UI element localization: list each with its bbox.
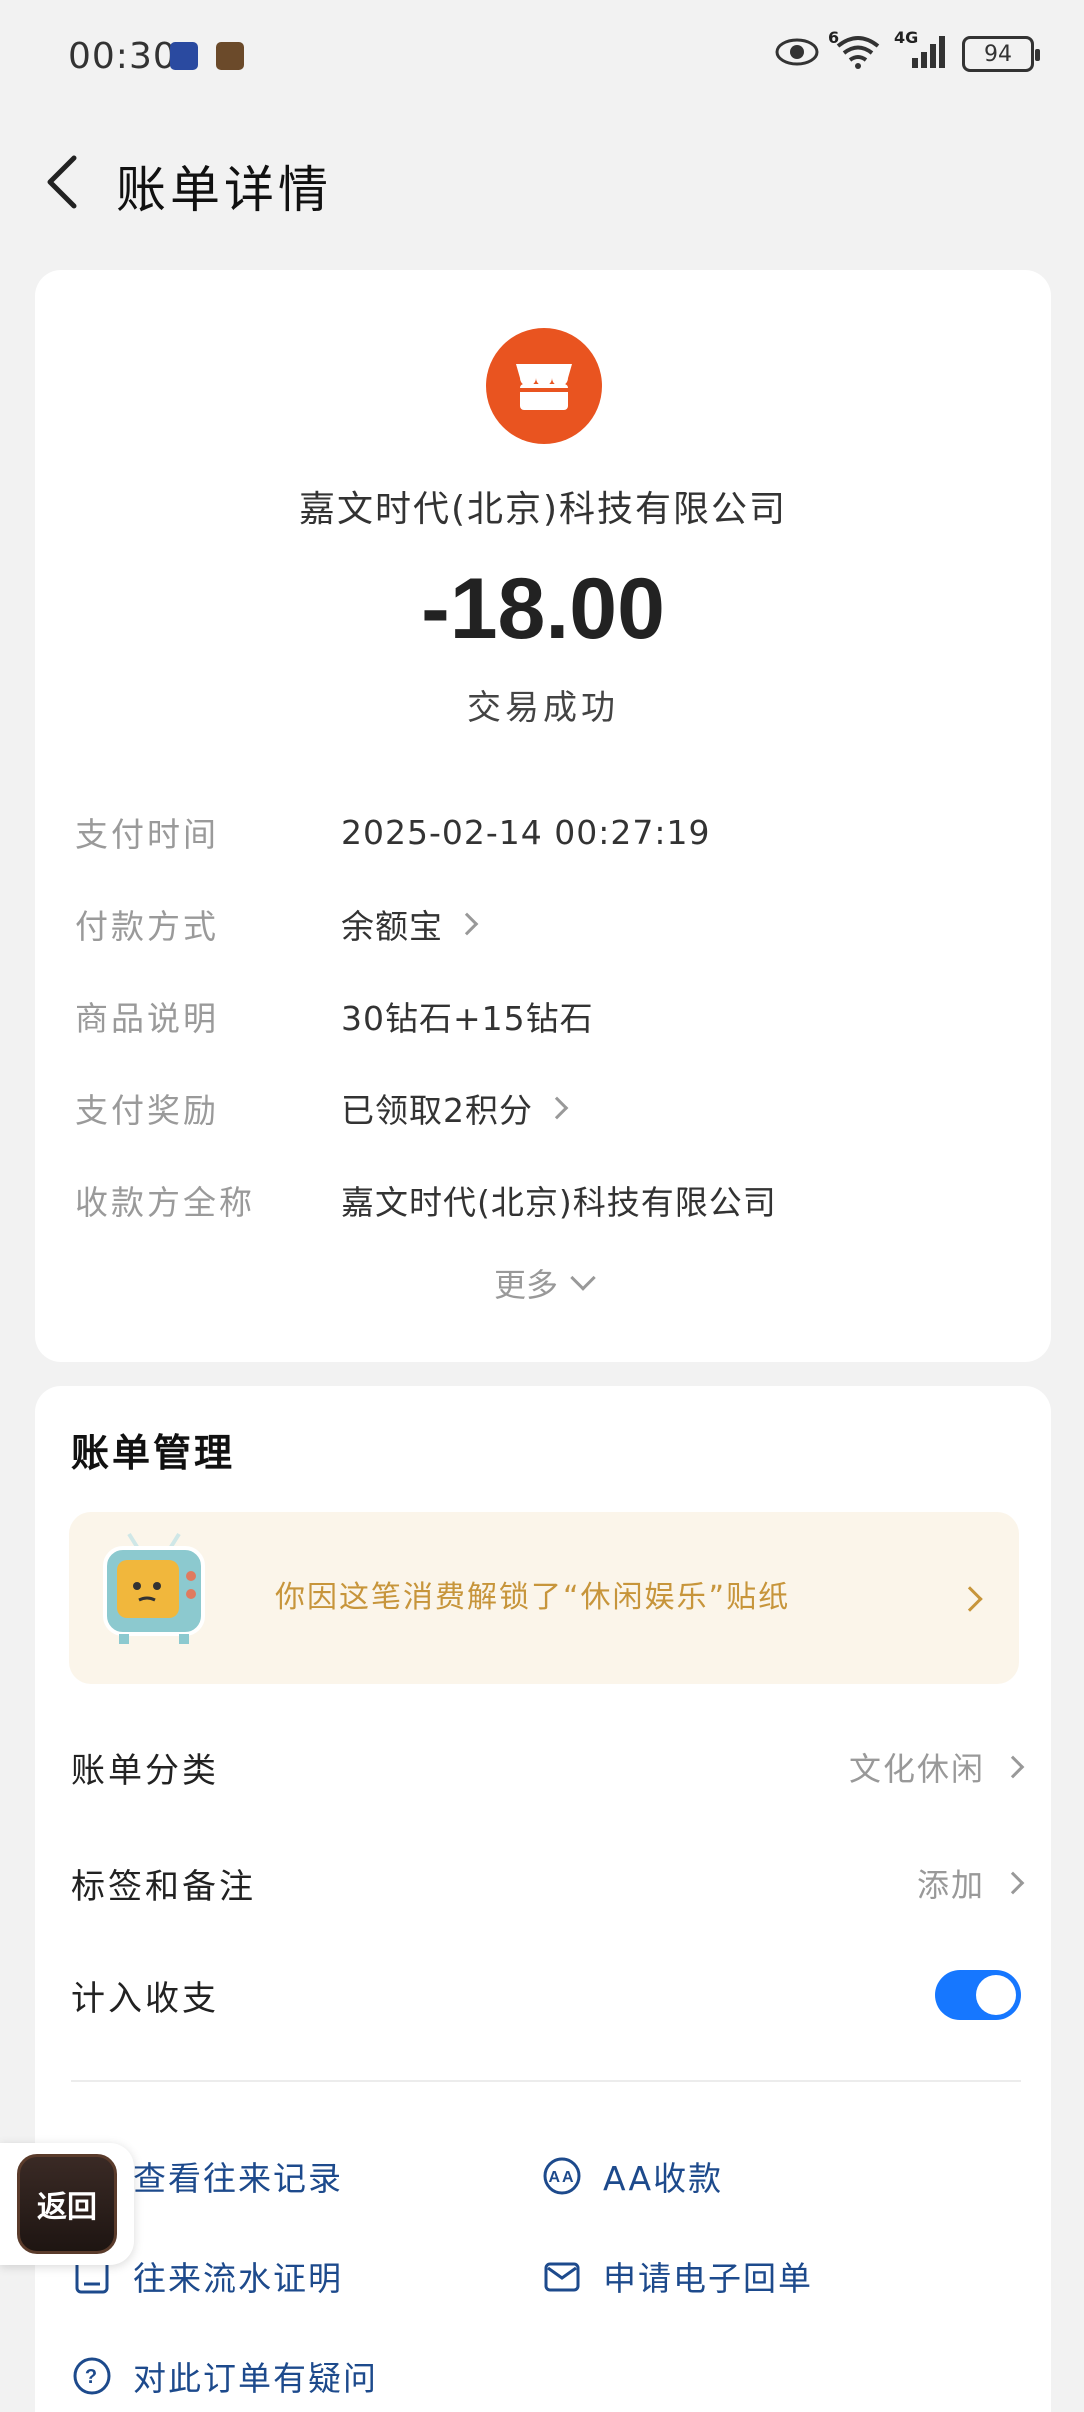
divider	[71, 2080, 1021, 2082]
signal-label: 4G	[894, 28, 919, 47]
link-label: 往来流水证明	[133, 2259, 343, 2298]
link-label: 对此订单有疑问	[133, 2359, 378, 2398]
status-bar: 00:30 6 4G 94	[0, 0, 1084, 110]
chevron-down-icon	[570, 1265, 596, 1291]
setting-value: 文化休闲	[848, 1744, 1025, 1790]
aa-icon: AA	[541, 2155, 583, 2197]
svg-text:?: ?	[85, 2366, 99, 2388]
category-value: 文化休闲	[848, 1750, 985, 1788]
link-label: 申请电子回单	[603, 2259, 813, 2298]
detail-value: 2025-02-14 00:27:19	[341, 813, 710, 852]
chevron-right-icon	[957, 1586, 983, 1612]
status-time: 00:30	[68, 36, 177, 77]
bill-management-card: 账单管理 你因这笔消费解锁了“休闲娱乐”贴纸 账单分类 文化休闲 标签和备注 添…	[35, 1386, 1051, 2412]
tv-sticker-icon	[103, 1532, 205, 1644]
page-header: 账单详情	[0, 140, 1084, 224]
back-button[interactable]	[30, 150, 94, 214]
detail-label: 商品说明	[75, 999, 219, 1038]
sticker-banner[interactable]: 你因这笔消费解锁了“休闲娱乐”贴纸	[69, 1512, 1019, 1684]
detail-value-text: 30钻石+15钻石	[341, 999, 594, 1038]
more-button[interactable]: 更多	[35, 1260, 1051, 1306]
detail-label: 收款方全称	[75, 1183, 255, 1222]
detail-label: 支付奖励	[75, 1091, 219, 1130]
detail-value-text: 余额宝	[341, 907, 443, 946]
battery-level: 94	[984, 41, 1012, 67]
setting-label: 计入收支	[71, 1978, 219, 2019]
battery-icon: 94	[962, 36, 1040, 72]
detail-value[interactable]: 余额宝	[341, 900, 479, 948]
link-label: 查看往来记录	[133, 2159, 343, 2198]
chevron-right-icon	[545, 1096, 569, 1120]
setting-label: 标签和备注	[71, 1866, 256, 1907]
status-indicators: 6 4G 94	[774, 28, 1040, 74]
detail-row-pay-time: 支付时间 2025-02-14 00:27:19	[75, 802, 1015, 862]
setting-value: 添加	[916, 1860, 1025, 1906]
detail-label: 付款方式	[75, 907, 219, 946]
transaction-amount: -18.00	[421, 561, 665, 657]
status-app-icon-2	[216, 42, 244, 70]
count-in-toggle[interactable]	[935, 1970, 1021, 2020]
page-title: 账单详情	[116, 161, 332, 219]
mail-icon	[541, 2255, 583, 2297]
tags-notes-row[interactable]: 标签和备注 添加	[71, 1848, 1025, 1918]
e-receipt-link[interactable]: 申请电子回单	[541, 2252, 813, 2300]
detail-label: 支付时间	[75, 815, 219, 854]
section-title: 账单管理	[71, 1431, 236, 1475]
detail-row-payee-name: 收款方全称 嘉文时代(北京)科技有限公司	[75, 1170, 1015, 1230]
order-question-link[interactable]: ? 对此订单有疑问	[71, 2352, 378, 2400]
floating-return-button[interactable]: 返回	[0, 2143, 134, 2265]
chevron-right-icon	[1001, 1871, 1025, 1895]
detail-value-text: 已领取2积分	[341, 1091, 533, 1130]
chevron-right-icon	[455, 912, 479, 936]
eye-icon	[774, 37, 820, 71]
question-icon: ?	[71, 2355, 113, 2397]
return-label: 返回	[37, 2190, 97, 2225]
cellular-signal-icon: 4G	[894, 28, 948, 74]
detail-value-text: 嘉文时代(北京)科技有限公司	[341, 1183, 777, 1222]
transaction-card: 嘉文时代(北京)科技有限公司 -18.00 交易成功 支付时间 2025-02-…	[35, 270, 1051, 1362]
setting-label: 账单分类	[71, 1750, 219, 1791]
link-label: AA收款	[603, 2159, 724, 2198]
status-app-icon-1	[170, 42, 198, 70]
detail-value: 嘉文时代(北京)科技有限公司	[341, 1176, 777, 1224]
detail-value-text: 2025-02-14 00:27:19	[341, 812, 711, 852]
detail-value[interactable]: 已领取2积分	[341, 1084, 569, 1132]
detail-row-payment-method[interactable]: 付款方式 余额宝	[75, 894, 1015, 954]
detail-row-pay-reward[interactable]: 支付奖励 已领取2积分	[75, 1078, 1015, 1138]
more-label: 更多	[493, 1266, 558, 1304]
transaction-status: 交易成功	[467, 688, 619, 728]
chevron-left-icon	[47, 155, 77, 209]
wifi-icon: 6	[828, 28, 882, 74]
tags-value: 添加	[916, 1866, 985, 1904]
wifi-label: 6	[828, 28, 840, 47]
svg-text:AA: AA	[548, 2169, 575, 2186]
banner-text: 你因这笔消费解锁了“休闲娱乐”贴纸	[275, 1580, 791, 1615]
return-game-icon: 返回	[17, 2154, 117, 2254]
detail-row-product-desc: 商品说明 30钻石+15钻石	[75, 986, 1015, 1046]
store-icon	[486, 328, 602, 444]
count-in-row: 计入收支	[71, 1960, 1021, 2030]
chevron-right-icon	[1001, 1755, 1025, 1779]
merchant-name: 嘉文时代(北京)科技有限公司	[298, 489, 788, 530]
detail-value: 30钻石+15钻石	[341, 992, 594, 1040]
aa-collect-link[interactable]: AA AA收款	[541, 2152, 723, 2200]
bill-category-row[interactable]: 账单分类 文化休闲	[71, 1732, 1025, 1802]
